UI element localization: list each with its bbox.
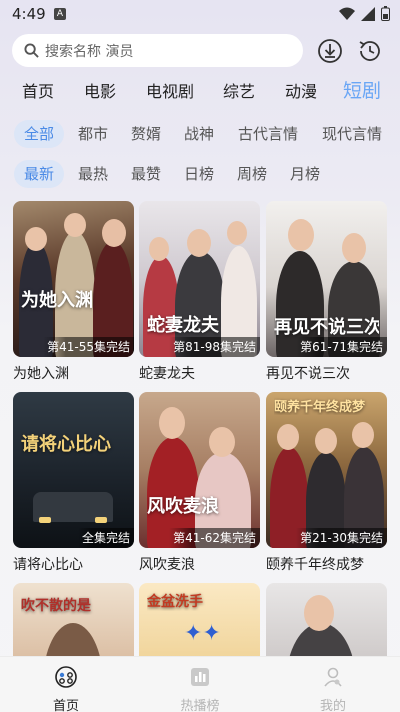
poster-title-text: 金盆洗手 bbox=[147, 594, 203, 610]
profile-icon bbox=[324, 667, 342, 687]
main-tabs: 首页 电影 电视剧 综艺 动漫 短剧 bbox=[0, 78, 400, 102]
search-placeholder: 搜索名称 演员 bbox=[45, 43, 134, 60]
poster-title-text: 颐养千年终成梦 bbox=[274, 400, 366, 415]
drama-poster bbox=[266, 583, 387, 659]
filter-genre-modern-romance[interactable]: 现代言情 bbox=[322, 120, 382, 148]
episode-badge: 全集完结 bbox=[77, 528, 134, 548]
drama-poster: 颐养千年终成梦 第21-30集完结 bbox=[266, 392, 387, 548]
nav-profile[interactable]: 我的 bbox=[293, 665, 373, 712]
episode-badge: 第81-98集完结 bbox=[169, 337, 260, 357]
status-time: 4:49 bbox=[12, 5, 46, 23]
drama-card[interactable] bbox=[266, 583, 387, 659]
drama-card[interactable]: 蛇妻龙夫 第81-98集完结 蛇妻龙夫 bbox=[139, 201, 260, 383]
drama-card[interactable]: 风吹麦浪 第41-62集完结 风吹麦浪 bbox=[139, 392, 260, 574]
wifi-icon bbox=[339, 7, 355, 20]
tab-short-drama[interactable]: 短剧 bbox=[343, 76, 381, 103]
filter-genre-war-god[interactable]: 战神 bbox=[184, 120, 214, 148]
drama-title: 为她入渊 bbox=[13, 366, 69, 382]
filter-sort-hottest[interactable]: 最热 bbox=[78, 160, 108, 188]
tab-variety[interactable]: 综艺 bbox=[223, 78, 255, 102]
home-icon bbox=[55, 666, 77, 688]
drama-poster: 风吹麦浪 第41-62集完结 bbox=[139, 392, 260, 548]
drama-grid: 为她入渊 第41-55集完结 为她入渊 蛇妻龙夫 第81-98集完结 蛇妻龙夫 … bbox=[0, 199, 400, 659]
poster-title-text: 再见不说三次 bbox=[274, 317, 379, 338]
filter-sort-weekly[interactable]: 周榜 bbox=[237, 160, 267, 188]
drama-card[interactable]: 颐养千年终成梦 第21-30集完结 颐养千年终成梦 bbox=[266, 392, 387, 574]
poster-title-text: 请将心比心 bbox=[21, 434, 111, 455]
poster-title-text: 风吹麦浪 bbox=[147, 496, 219, 517]
genre-filter-row: 全部 都市 赘婿 战神 古代言情 现代言情 bbox=[0, 120, 400, 148]
drama-title: 再见不说三次 bbox=[266, 366, 350, 382]
poster-title-text: 吹不散的是 bbox=[21, 598, 91, 614]
filter-sort-monthly[interactable]: 月榜 bbox=[290, 160, 320, 188]
drama-poster: 再见不说三次 第61-71集完结 bbox=[266, 201, 387, 357]
drama-title: 请将心比心 bbox=[13, 557, 83, 573]
poster-title-text: 蛇妻龙夫 bbox=[147, 315, 219, 336]
drama-poster: ✦✦ 金盆洗手 bbox=[139, 583, 260, 659]
drama-poster: 蛇妻龙夫 第81-98集完结 bbox=[139, 201, 260, 357]
battery-icon bbox=[381, 6, 390, 21]
drama-card[interactable]: ✦✦ 金盆洗手 bbox=[139, 583, 260, 659]
signal-icon bbox=[361, 6, 375, 21]
drama-title: 颐养千年终成梦 bbox=[266, 557, 364, 573]
drama-title: 风吹麦浪 bbox=[139, 557, 195, 573]
poster-title-text: 为她入渊 bbox=[21, 290, 93, 311]
status-icons bbox=[339, 6, 390, 21]
episode-badge: 第21-30集完结 bbox=[296, 528, 387, 548]
status-bar: 4:49 A bbox=[0, 0, 400, 30]
filter-genre-all[interactable]: 全部 bbox=[14, 120, 65, 148]
nav-home-label: 首页 bbox=[52, 699, 79, 712]
drama-poster: 吹不散的是 bbox=[13, 583, 134, 659]
notification-badge: A bbox=[54, 8, 66, 20]
chart-icon bbox=[191, 668, 209, 686]
drama-poster: 为她入渊 第41-55集完结 bbox=[13, 201, 134, 357]
drama-poster: 请将心比心 全集完结 bbox=[13, 392, 134, 548]
drama-title: 蛇妻龙夫 bbox=[139, 366, 195, 382]
filter-sort-daily[interactable]: 日榜 bbox=[184, 160, 214, 188]
download-icon[interactable] bbox=[317, 38, 343, 64]
filter-genre-son-in-law[interactable]: 赘婿 bbox=[131, 120, 161, 148]
drama-card[interactable]: 为她入渊 第41-55集完结 为她入渊 bbox=[13, 201, 134, 383]
episode-badge: 第61-71集完结 bbox=[296, 337, 387, 357]
filter-genre-urban[interactable]: 都市 bbox=[78, 120, 108, 148]
bottom-nav: 首页 热播榜 我的 bbox=[0, 656, 400, 712]
tab-anime[interactable]: 动漫 bbox=[285, 78, 317, 102]
search-input[interactable]: 搜索名称 演员 bbox=[12, 34, 303, 67]
filter-sort-newest[interactable]: 最新 bbox=[14, 160, 65, 188]
sparkle-icon: ✦✦ bbox=[184, 621, 221, 646]
nav-trending[interactable]: 热播榜 bbox=[160, 665, 240, 712]
filter-sort-top-rated[interactable]: 最赞 bbox=[131, 160, 161, 188]
nav-trending-label: 热播榜 bbox=[180, 699, 220, 712]
sort-filter-row: 最新 最热 最赞 日榜 周榜 月榜 bbox=[0, 160, 400, 188]
drama-card[interactable]: 请将心比心 全集完结 请将心比心 bbox=[13, 392, 134, 574]
filter-genre-ancient-romance[interactable]: 古代言情 bbox=[238, 120, 298, 148]
drama-card[interactable]: 吹不散的是 bbox=[13, 583, 134, 659]
nav-home[interactable]: 首页 bbox=[26, 665, 106, 712]
episode-badge: 第41-62集完结 bbox=[169, 528, 260, 548]
nav-profile-label: 我的 bbox=[319, 699, 346, 712]
tab-tv-series[interactable]: 电视剧 bbox=[146, 78, 194, 102]
episode-badge: 第41-55集完结 bbox=[43, 337, 134, 357]
search-icon bbox=[24, 43, 39, 58]
history-icon[interactable] bbox=[357, 38, 383, 64]
drama-card[interactable]: 再见不说三次 第61-71集完结 再见不说三次 bbox=[266, 201, 387, 383]
tab-movies[interactable]: 电影 bbox=[84, 78, 116, 102]
tab-home[interactable]: 首页 bbox=[22, 78, 54, 102]
